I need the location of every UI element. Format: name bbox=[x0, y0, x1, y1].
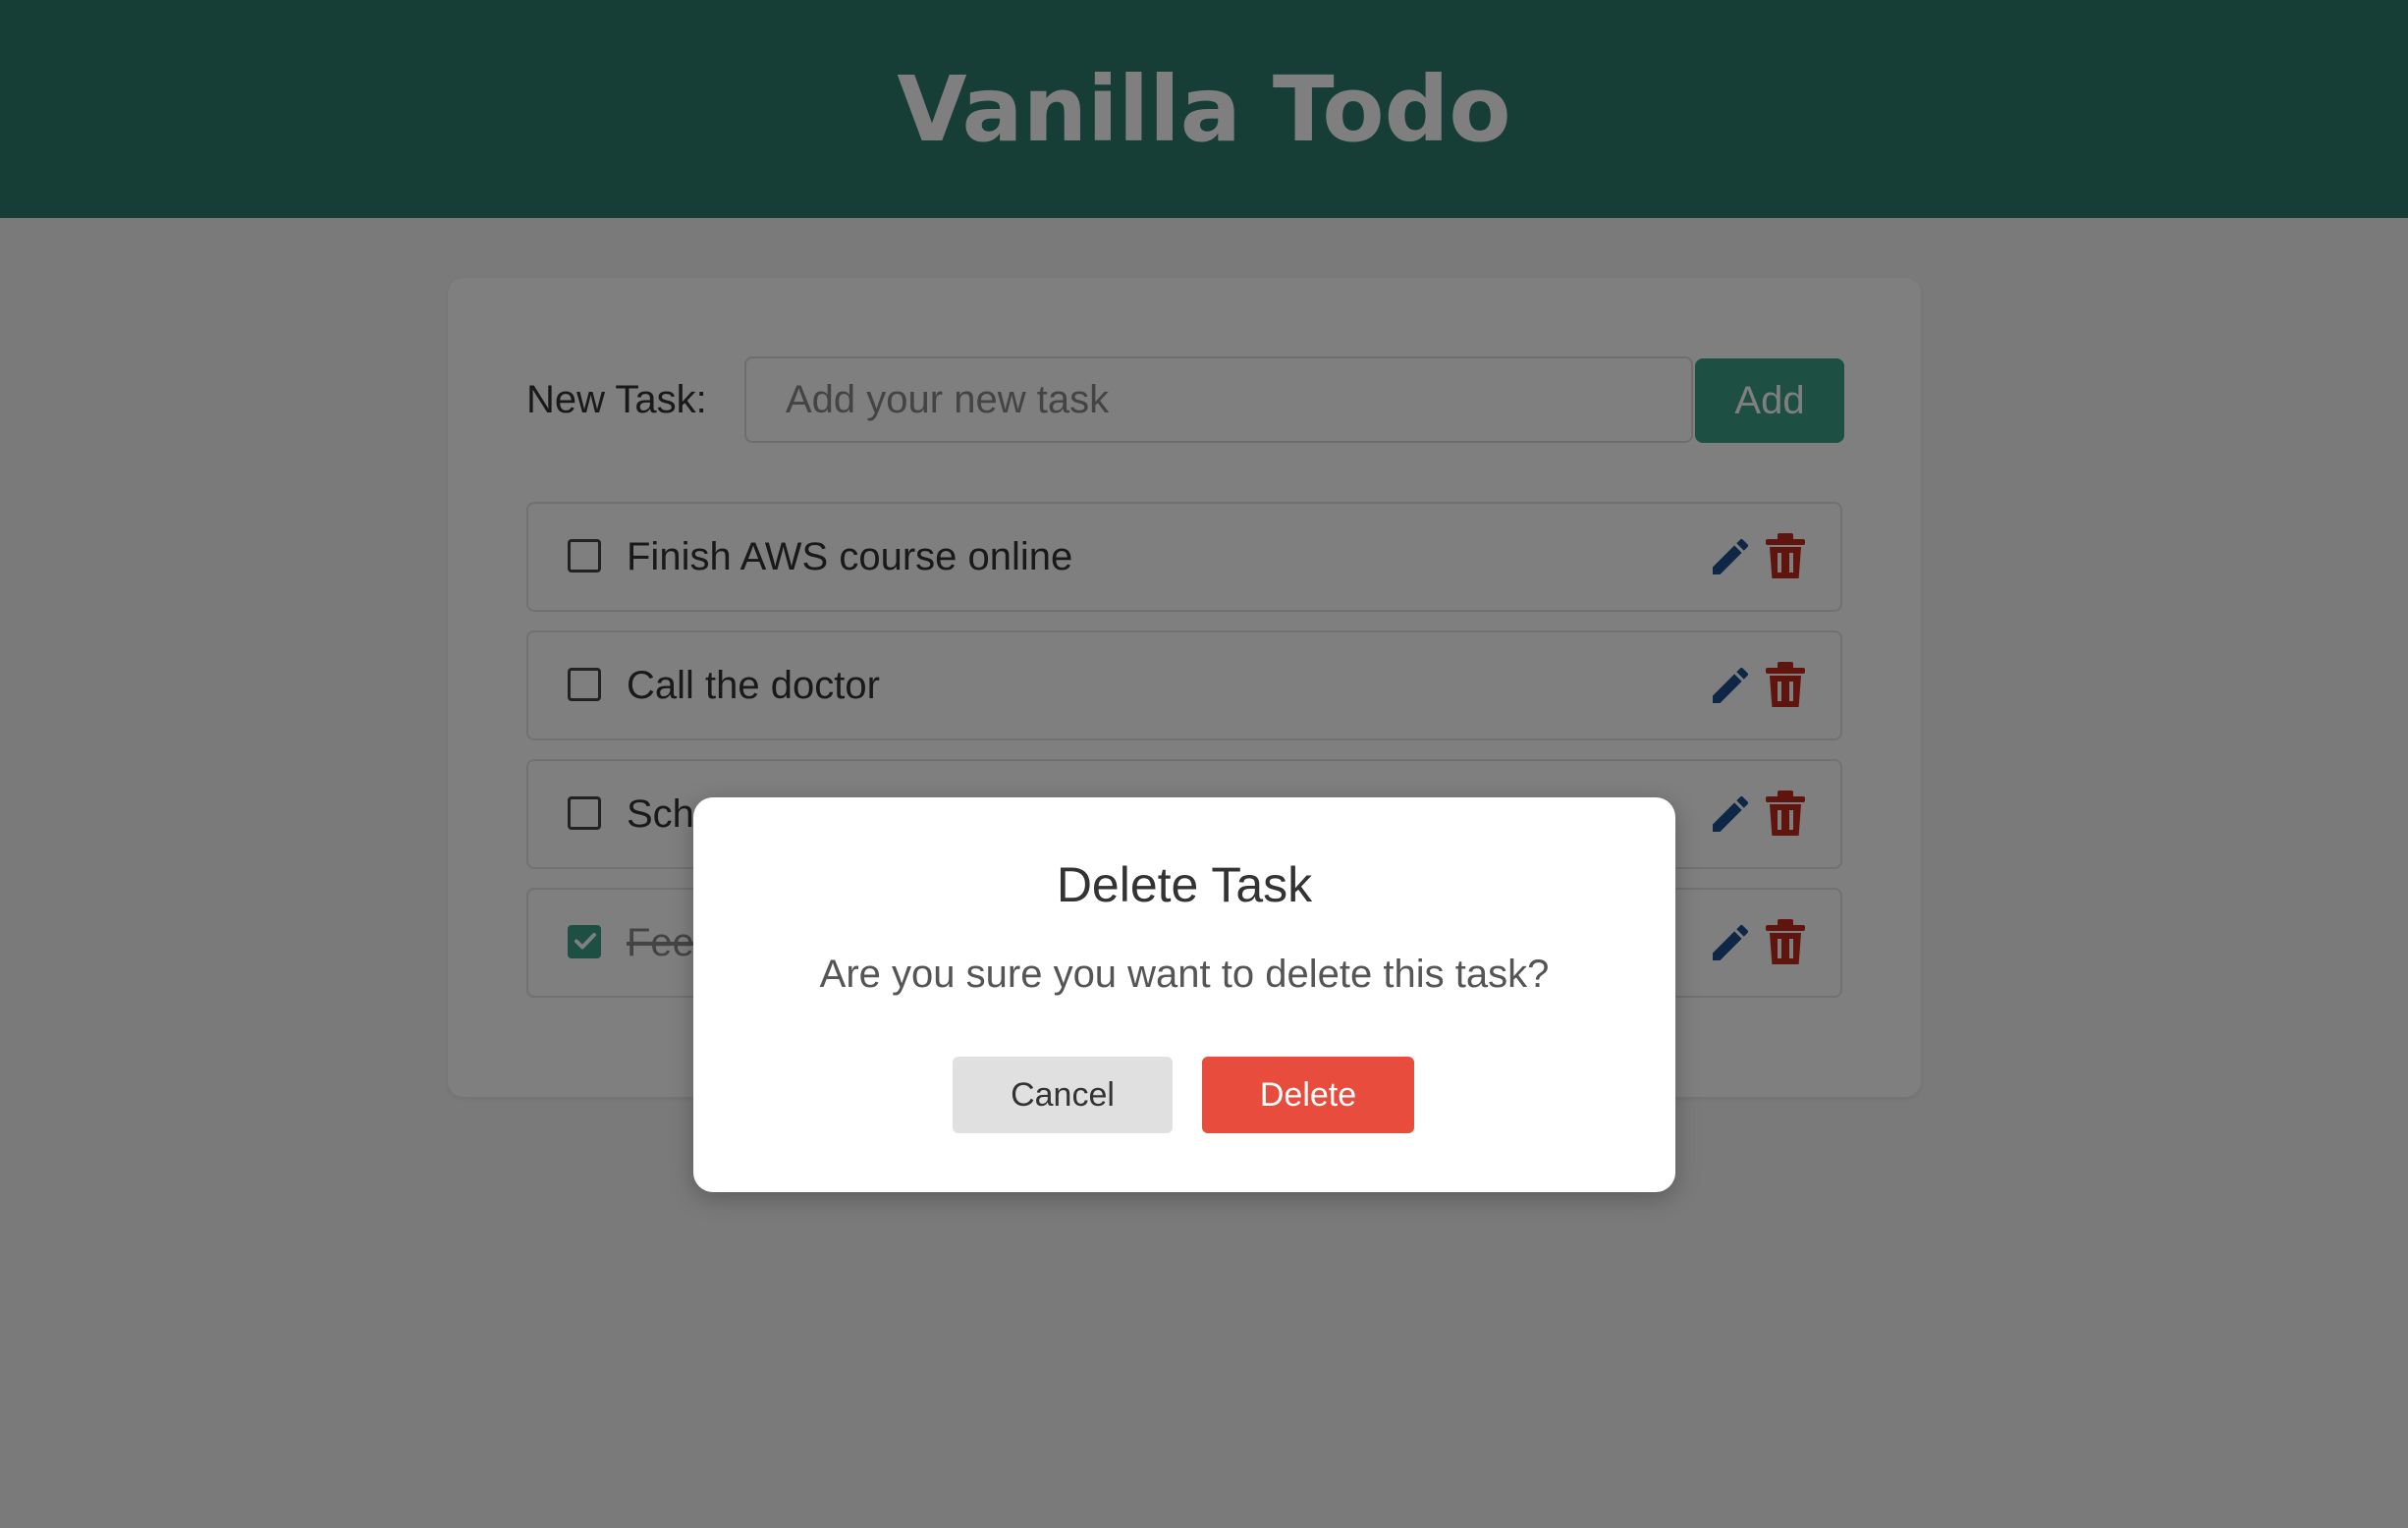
modal-backdrop[interactable] bbox=[0, 0, 2408, 1528]
dialog-message: Are you sure you want to delete this tas… bbox=[819, 953, 1550, 996]
dialog-title: Delete Task bbox=[1056, 857, 1313, 912]
cancel-button[interactable]: Cancel bbox=[953, 1057, 1173, 1133]
delete-confirm-dialog: Delete Task Are you sure you want to del… bbox=[693, 797, 1675, 1192]
confirm-delete-button[interactable]: Delete bbox=[1202, 1057, 1414, 1133]
